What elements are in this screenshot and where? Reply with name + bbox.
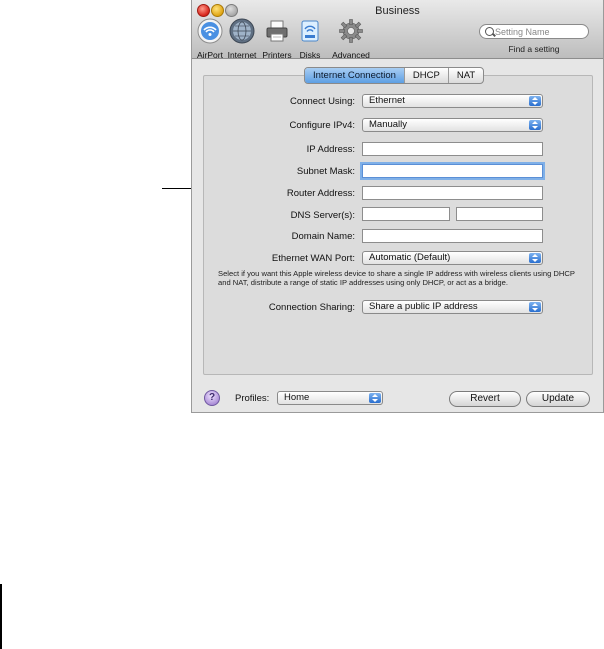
toolbar-label-advanced: Advanced [332, 50, 370, 60]
help-button[interactable]: ? [204, 390, 220, 406]
toolbar-advanced[interactable]: Advanced [329, 18, 373, 60]
dns-server-primary-field[interactable] [362, 207, 450, 221]
gear-icon [339, 19, 363, 43]
router-address-field[interactable] [362, 186, 543, 200]
toolbar-label-airport: AirPort [197, 50, 223, 60]
connection-sharing-popup[interactable]: Share a public IP address [362, 300, 543, 314]
router-address-label: Router Address: [286, 188, 355, 199]
revert-button[interactable]: Revert [449, 391, 521, 407]
subnet-mask-field[interactable] [362, 164, 543, 178]
ethernet-wan-port-value: Automatic (Default) [369, 252, 451, 263]
connect-using-popup[interactable]: Ethernet [362, 94, 543, 108]
connection-sharing-description: Select if you want this Apple wireless d… [218, 269, 575, 287]
subnet-mask-label: Subnet Mask: [296, 166, 355, 177]
profiles-value: Home [284, 392, 310, 403]
popup-arrows-icon [529, 253, 541, 263]
toolbar-disks[interactable]: Disks [296, 18, 324, 60]
toolbar-label-printers: Printers [262, 50, 292, 60]
disk-icon [301, 20, 319, 42]
domain-name-label: Domain Name: [291, 231, 355, 242]
toolbar-airport[interactable]: AirPort [195, 18, 225, 60]
configure-ipv4-label: Configure IPv4: [289, 120, 355, 131]
popup-arrows-icon [529, 120, 541, 130]
search-field[interactable] [479, 24, 589, 39]
domain-name-field[interactable] [362, 229, 543, 243]
search-input[interactable] [495, 26, 585, 37]
tab-dhcp[interactable]: DHCP [403, 68, 448, 83]
toolbar-label-internet: Internet [227, 50, 257, 60]
airport-icon [197, 18, 223, 44]
ip-address-field[interactable] [362, 142, 543, 156]
ip-address-label: IP Address: [306, 144, 355, 155]
profiles-label: Profiles: [235, 393, 270, 404]
internet-icon [229, 18, 255, 44]
popup-arrows-icon [529, 302, 541, 312]
title-bar: Business AirPort Internet Printers Disks… [192, 0, 603, 60]
connect-using-value: Ethernet [369, 95, 405, 106]
toolbar-internet[interactable]: Internet [225, 18, 259, 60]
configure-ipv4-popup[interactable]: Manually [362, 118, 543, 132]
dns-servers-label: DNS Server(s): [290, 210, 355, 221]
ethernet-wan-port-label: Ethernet WAN Port: [271, 253, 355, 264]
dns-server-secondary-field[interactable] [456, 207, 543, 221]
airport-utility-window: Business AirPort Internet Printers Disks… [191, 0, 604, 413]
page-margin-bar [0, 584, 2, 649]
find-setting-label: Find a setting [508, 44, 560, 54]
connect-using-label: Connect Using: [290, 96, 355, 107]
printer-icon [266, 20, 288, 42]
popup-arrows-icon [369, 393, 381, 403]
connection-sharing-value: Share a public IP address [369, 301, 478, 312]
tab-nat[interactable]: NAT [447, 68, 483, 83]
tab-bar: Internet Connection DHCP NAT [304, 67, 485, 84]
update-button[interactable]: Update [526, 391, 590, 407]
toolbar-printers[interactable]: Printers [260, 18, 294, 60]
profiles-popup[interactable]: Home [277, 391, 383, 405]
popup-arrows-icon [529, 96, 541, 106]
connection-sharing-label: Connection Sharing: [268, 302, 355, 313]
tab-internet-connection[interactable]: Internet Connection [305, 68, 404, 83]
toolbar-label-disks: Disks [299, 50, 321, 60]
configure-ipv4-value: Manually [369, 119, 408, 130]
search-icon [485, 27, 494, 36]
window-title: Business [375, 5, 420, 17]
ethernet-wan-port-popup[interactable]: Automatic (Default) [362, 251, 543, 265]
